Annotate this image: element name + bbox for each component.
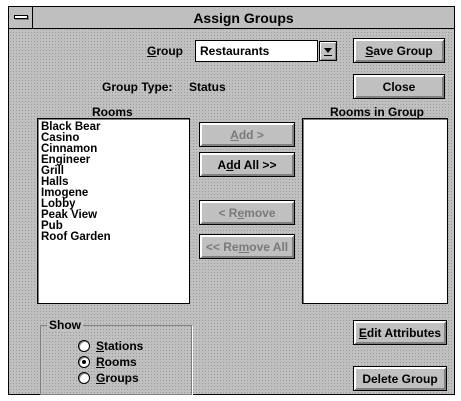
edit-attributes-mnemonic: E <box>358 325 367 340</box>
stations-mnemonic: S <box>96 339 105 353</box>
dropdown-underline-icon <box>324 55 332 56</box>
edit-attributes-label-post: dit Attributes <box>366 325 442 340</box>
stations-label-post: tations <box>104 339 144 353</box>
remove-mnemonic: e <box>237 205 245 220</box>
radio-button[interactable] <box>78 356 90 368</box>
rooms-listbox[interactable]: Black Bear Casino Cinnamon Engineer Grill Hal… <box>37 118 190 304</box>
window-title: Assign Groups <box>193 10 294 26</box>
groups-label-post: roups <box>105 371 139 385</box>
remove-all-label-pre: << Re <box>205 239 239 254</box>
remove-all-button[interactable]: << Re m ove All <box>199 234 295 259</box>
list-item[interactable]: Roof Garden <box>38 231 189 243</box>
remove-label-post: move <box>244 205 276 220</box>
title-bar[interactable]: Assign Groups <box>9 7 454 29</box>
show-label: Show <box>47 318 83 332</box>
add-all-mnemonic: d <box>226 157 234 172</box>
rooms-option-mnemonic: R <box>96 355 105 369</box>
save-group-label-post: ave Group <box>373 43 433 58</box>
assign-groups-dialog: Assign Groups Group Restaurants Save Gro… <box>8 6 455 395</box>
edit-attributes-button[interactable]: Edit Attributes <box>353 320 447 345</box>
show-option-rooms[interactable]: Rooms <box>78 355 137 369</box>
close-button[interactable]: Close <box>353 74 445 99</box>
rooms-option-label-post: ooms <box>104 355 137 369</box>
save-group-button[interactable]: Save Group <box>353 38 445 63</box>
groups-mnemonic: G <box>96 371 106 385</box>
radio-button[interactable] <box>78 372 90 384</box>
add-all-label-pre: A <box>217 157 227 172</box>
group-type-value: Status <box>189 80 226 94</box>
close-label: Close <box>382 79 416 94</box>
save-group-mnemonic: S <box>365 43 374 58</box>
radio-button[interactable] <box>78 340 90 352</box>
delete-group-button[interactable]: Delete Group <box>353 366 447 391</box>
rooms-in-group-listbox[interactable] <box>302 118 448 304</box>
group-label: Group <box>147 44 183 58</box>
add-mnemonic: A <box>230 127 239 142</box>
remove-all-mnemonic: m <box>238 239 250 254</box>
remove-button[interactable]: < Re move <box>199 200 295 225</box>
show-option-stations[interactable]: Stations <box>78 339 143 353</box>
add-label-post: dd > <box>238 127 264 142</box>
chevron-down-icon <box>324 48 332 53</box>
show-groupbox: Show Stations Rooms Groups <box>40 318 192 395</box>
add-button[interactable]: Add > <box>199 122 295 147</box>
rooms-in-group-label: Rooms in Group <box>330 105 424 119</box>
group-type-label: Group Type: <box>102 80 173 94</box>
add-all-label-post: d All >> <box>233 157 277 172</box>
remove-all-label-post: ove All <box>249 239 289 254</box>
group-select[interactable]: Restaurants <box>195 40 318 62</box>
system-menu-button[interactable] <box>9 7 33 28</box>
system-menu-icon <box>14 15 28 19</box>
add-all-button[interactable]: Add All >> <box>199 152 295 177</box>
group-label-post: roup <box>156 44 184 58</box>
group-label-mnemonic: G <box>147 44 157 58</box>
rooms-label: Rooms <box>92 105 133 119</box>
show-option-groups[interactable]: Groups <box>78 371 139 385</box>
remove-label-pre: < R <box>218 205 238 220</box>
delete-group-label: Delete Group <box>362 371 438 386</box>
group-dropdown-button[interactable] <box>319 41 337 61</box>
